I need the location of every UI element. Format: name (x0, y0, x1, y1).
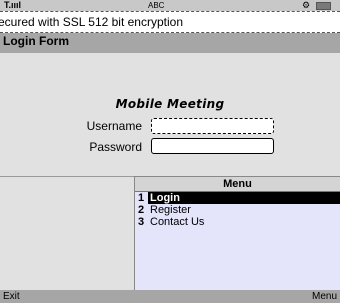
menu-item-number: 2 (138, 204, 145, 216)
menu-item-number: 3 (138, 216, 145, 228)
exit-softkey[interactable]: Exit (3, 290, 20, 303)
username-field[interactable] (151, 118, 274, 134)
battery-icon (316, 2, 331, 10)
gear-icon: ⚙ (302, 0, 311, 10)
input-mode-indicator: ABC (148, 1, 165, 10)
menu-title: Menu (135, 177, 340, 192)
menu-item-number: 1 (138, 192, 145, 204)
menu-softkey[interactable]: Menu (312, 290, 337, 303)
signal-strength-icon: T.ıııl (4, 0, 22, 10)
username-label: Username (86, 119, 142, 133)
options-menu: Menu 1 Login 2 Register 3 Contact Us (134, 176, 340, 290)
menu-item-contact-us[interactable]: 3 Contact Us (135, 216, 340, 228)
menu-item-label: Contact Us (150, 216, 205, 228)
ticker-text: ecured with SSL 512 bit encryption (0, 15, 183, 29)
password-field[interactable] (151, 138, 274, 154)
status-bar: T.ıııl ABC ⚙ (0, 0, 340, 11)
menu-item-register[interactable]: 2 Register (135, 204, 340, 216)
screen-title: Login Form (0, 33, 340, 53)
password-label: Password (89, 140, 142, 154)
app-title: Mobile Meeting (115, 97, 225, 111)
menu-item-login[interactable]: 1 Login (138, 192, 340, 204)
softkey-bar: Exit Menu (0, 290, 340, 303)
security-ticker: ecured with SSL 512 bit encryption (0, 11, 340, 33)
menu-item-label: Login (150, 192, 180, 204)
menu-item-label: Register (150, 204, 191, 216)
